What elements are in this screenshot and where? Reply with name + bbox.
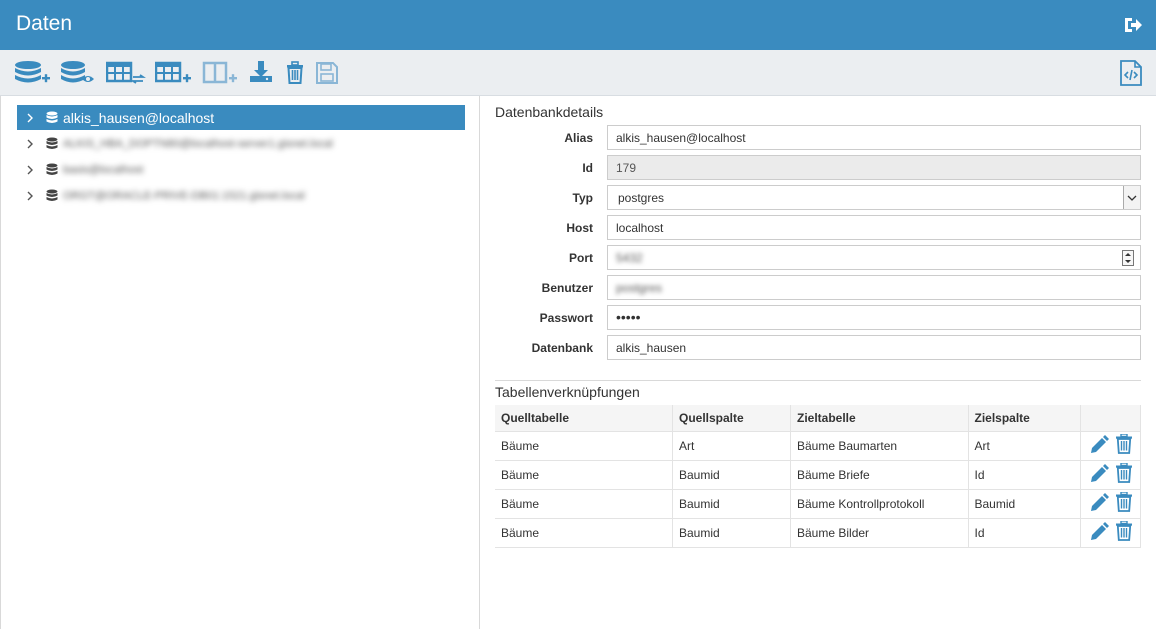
database-eye-icon[interactable] (60, 59, 96, 87)
alias-label: Alias (564, 131, 593, 145)
table-arrows-icon[interactable] (106, 59, 146, 87)
database-icon (43, 189, 61, 203)
table-row: Bäume Art Bäume Baumarten Art (495, 430, 1141, 460)
table-cell: Bäume (495, 488, 673, 518)
alias-row: Alias alkis_hausen@localhost (480, 123, 1156, 153)
tree-item-4[interactable]: ORGT@ORACLE-PRIVE-DB01:1521.gisnet.local (17, 183, 465, 208)
tree-item-label: ALKIS_HBA_DOPTN80@localhost-server1.gisn… (63, 137, 333, 150)
table-cell: Bäume Baumarten (790, 430, 969, 460)
table-row: Bäume Baumid Bäume Bilder Id (495, 517, 1141, 548)
trash-icon[interactable] (1115, 491, 1132, 515)
port-input[interactable]: 5432 (607, 245, 1141, 270)
id-row: Id 179 (480, 153, 1156, 183)
table-cell: Bäume (495, 430, 673, 460)
page-title: Daten (16, 12, 73, 35)
trash-icon[interactable] (1115, 433, 1132, 457)
id-label: Id (582, 161, 593, 175)
port-row: Port 5432 (480, 243, 1156, 273)
benutzer-row: Benutzer postgres (480, 273, 1156, 303)
table-cell: Bäume (495, 459, 673, 489)
database-icon (43, 111, 61, 125)
passwort-input[interactable]: ••••• (607, 305, 1141, 330)
port-label: Port (569, 251, 593, 265)
sign-out-icon[interactable] (1122, 15, 1142, 35)
actions-header (1080, 405, 1141, 431)
datenbank-row: Datenbank alkis_hausen (480, 333, 1156, 363)
table-cell: Baumid (672, 488, 791, 518)
chevron-down-icon[interactable] (1123, 186, 1140, 209)
trash-icon[interactable] (285, 59, 305, 87)
tree-item-alkis-hausen[interactable]: alkis_hausen@localhost (17, 105, 465, 130)
tree-item-3[interactable]: basis@localhost (17, 157, 465, 182)
columns-plus-icon[interactable] (202, 59, 240, 87)
benutzer-label: Benutzer (541, 281, 593, 295)
host-label: Host (566, 221, 593, 235)
typ-select[interactable]: postgres (607, 185, 1141, 210)
table-cell: Bäume Bilder (790, 517, 969, 548)
table-cell: Bäume Kontrollprotokoll (790, 488, 969, 518)
details-panel: Datenbankdetails Alias alkis_hausen@loca… (480, 96, 1156, 629)
pencil-icon[interactable] (1090, 463, 1109, 486)
typ-label: Typ (572, 191, 593, 205)
table-row: Bäume Baumid Bäume Kontrollprotokoll Bau… (495, 488, 1141, 518)
database-tree: alkis_hausen@localhost ALKIS_HBA_DOPTN80… (0, 96, 480, 629)
column-header[interactable]: Zielspalte (968, 405, 1082, 431)
database-icon (43, 137, 61, 151)
row-actions (1080, 459, 1141, 489)
table-cell: Art (672, 430, 791, 460)
chevron-right-icon[interactable] (17, 191, 43, 201)
tree-item-2[interactable]: ALKIS_HBA_DOPTN80@localhost-server1.gisn… (17, 131, 465, 156)
passwort-row: Passwort ••••• (480, 303, 1156, 333)
pencil-icon[interactable] (1090, 434, 1109, 457)
alias-input[interactable]: alkis_hausen@localhost (607, 125, 1141, 150)
chevron-right-icon[interactable] (17, 113, 43, 123)
table-plus-icon[interactable] (155, 59, 193, 87)
datenbank-input[interactable]: alkis_hausen (607, 335, 1141, 360)
table-cell: Id (968, 517, 1082, 548)
tree-item-label: alkis_hausen@localhost (63, 109, 215, 126)
row-actions (1080, 430, 1141, 460)
table-cell: Id (968, 459, 1082, 489)
save-icon[interactable] (316, 59, 338, 87)
typ-row: Typ postgres (480, 183, 1156, 213)
table-row: Bäume Baumid Bäume Briefe Id (495, 459, 1141, 489)
row-actions (1080, 517, 1141, 548)
column-header[interactable]: Quellspalte (672, 405, 791, 431)
table-cell: Bäume Briefe (790, 459, 969, 489)
tree-item-label: ORGT@ORACLE-PRIVE-DB01:1521.gisnet.local (63, 189, 305, 202)
links-title: Tabellenverknüpfungen (495, 384, 640, 400)
tree-item-label: basis@localhost (63, 163, 144, 176)
download-icon[interactable] (249, 59, 273, 87)
row-actions (1080, 488, 1141, 518)
pencil-icon[interactable] (1090, 521, 1109, 544)
database-icon (43, 163, 61, 177)
number-spinner[interactable] (1122, 250, 1134, 266)
toolbar (0, 50, 1156, 96)
table-cell: Baumid (968, 488, 1082, 518)
database-plus-icon[interactable] (14, 59, 50, 87)
chevron-right-icon[interactable] (17, 165, 43, 175)
id-input: 179 (607, 155, 1141, 180)
table-cell: Art (968, 430, 1082, 460)
details-title: Datenbankdetails (495, 104, 604, 120)
benutzer-input[interactable]: postgres (607, 275, 1141, 300)
links-table: Quelltabelle Quellspalte Zieltabelle Zie… (495, 405, 1141, 548)
host-input[interactable]: localhost (607, 215, 1141, 240)
column-header[interactable]: Quelltabelle (495, 405, 673, 431)
table-header-row: Quelltabelle Quellspalte Zieltabelle Zie… (495, 405, 1141, 431)
code-file-icon[interactable] (1120, 60, 1142, 88)
column-header[interactable]: Zieltabelle (790, 405, 969, 431)
table-cell: Baumid (672, 517, 791, 548)
table-cell: Bäume (495, 517, 673, 548)
datenbank-label: Datenbank (531, 341, 593, 355)
app-header: Daten (0, 0, 1156, 50)
host-row: Host localhost (480, 213, 1156, 243)
trash-icon[interactable] (1115, 462, 1132, 486)
section-divider (495, 380, 1141, 381)
trash-icon[interactable] (1115, 520, 1132, 544)
passwort-label: Passwort (539, 311, 593, 325)
chevron-right-icon[interactable] (17, 139, 43, 149)
table-cell: Baumid (672, 459, 791, 489)
pencil-icon[interactable] (1090, 492, 1109, 515)
